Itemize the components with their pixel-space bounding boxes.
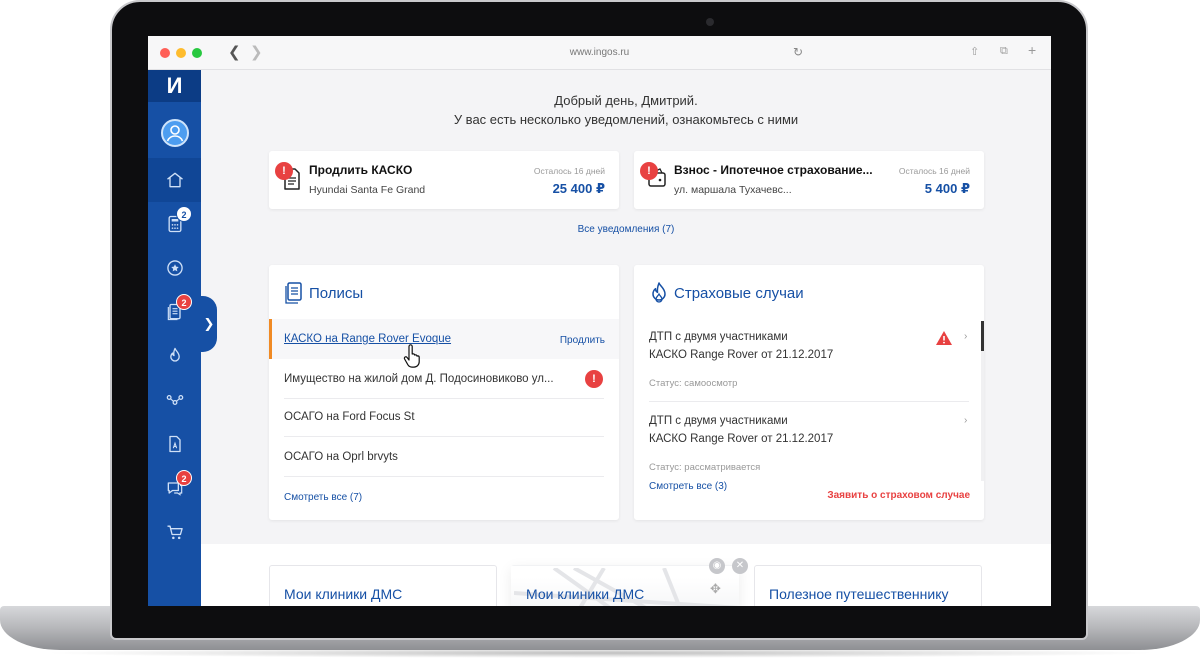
clinics-map-card[interactable]: Мои клиники ДМС	[511, 565, 740, 606]
logo[interactable]: И	[148, 70, 201, 102]
notification-remaining: Осталось 16 дней	[533, 166, 605, 176]
avatar[interactable]	[161, 119, 189, 147]
settings-icon[interactable]: ◉	[709, 558, 725, 574]
policies-panel: Полисы КАСКО на Range Rover Evoque Продл…	[269, 265, 619, 520]
share-icon[interactable]: ⇧	[970, 45, 979, 58]
notification-title: Продлить КАСКО	[309, 163, 413, 177]
sidebar-item-services[interactable]	[148, 378, 201, 422]
user-icon	[166, 125, 184, 142]
renew-link[interactable]: Продлить	[560, 335, 605, 346]
address-bar[interactable]: www.ingos.ru	[148, 47, 1051, 58]
alert-icon: !	[640, 162, 658, 180]
scrollbar-thumb[interactable]	[981, 321, 984, 351]
policy-row[interactable]: ОСАГО на Ford Focus St	[269, 397, 619, 437]
tabs-icon[interactable]: ⧉	[1000, 45, 1008, 58]
case-title: ДТП с двумя участниками	[649, 415, 788, 427]
nodes-icon	[166, 395, 183, 405]
policies-title: Полисы	[309, 285, 364, 302]
policy-row[interactable]: Имущество на жилой дом Д. Подосиновиково…	[269, 359, 619, 399]
policy-name: Имущество на жилой дом Д. Подосиновиково…	[284, 373, 554, 385]
case-item[interactable]: ДТП с двумя участниками КАСКО Range Rove…	[649, 412, 969, 473]
calculator-badge: 2	[176, 206, 192, 222]
document-icon	[285, 282, 302, 304]
notification-remaining: Осталось 16 дней	[898, 166, 970, 176]
sidebar-item-policies[interactable]: 2	[148, 290, 201, 334]
report-case-link[interactable]: Заявить о страховом случае	[827, 490, 970, 501]
insurance-cases-panel: Страховые случаи ДТП с двумя участниками…	[634, 265, 984, 520]
sidebar-expand-button[interactable]: ❯	[201, 296, 217, 352]
notification-amount: 5 400 ₽	[924, 181, 970, 196]
all-notifications-link[interactable]: Все уведомления (7)	[201, 224, 1051, 235]
sidebar: И 2 2 2	[148, 70, 201, 606]
sidebar-item-chat[interactable]: 2	[148, 466, 201, 510]
case-status: Статус: рассматривается	[649, 462, 761, 473]
notification-amount: 25 400 ₽	[552, 181, 605, 196]
notification-card[interactable]: ! Взнос - Ипотечное страхование... ул. м…	[634, 151, 984, 209]
alert-icon: !	[585, 370, 603, 388]
greeting-subline: У вас есть несколько уведомлений, ознако…	[453, 112, 799, 127]
card-title: Мои клиники ДМС	[526, 586, 645, 602]
hand-cursor-icon	[403, 344, 420, 368]
policy-row[interactable]: ОСАГО на Oprl brvyts	[269, 437, 619, 477]
new-tab-icon[interactable]: +	[1028, 42, 1036, 58]
file-icon	[168, 435, 181, 453]
case-item[interactable]: ДТП с двумя участниками КАСКО Range Rove…	[649, 328, 969, 389]
move-icon[interactable]: ✥	[710, 581, 721, 597]
chat-badge: 2	[176, 470, 192, 486]
camera-icon	[706, 18, 714, 26]
screen: ❮ ❯ www.ingos.ru ↻ ⇧ ⧉ + И 2 2 2 ❯ Добры…	[148, 36, 1051, 606]
case-status: Статус: самоосмотр	[649, 378, 738, 389]
sidebar-item-documents[interactable]	[148, 422, 201, 466]
policies-badge: 2	[176, 294, 192, 310]
scrollbar[interactable]	[981, 321, 984, 481]
sidebar-item-cart[interactable]	[148, 510, 201, 554]
flame-icon	[652, 282, 666, 303]
divider	[284, 476, 604, 477]
case-policy: КАСКО Range Rover от 21.12.2017	[649, 349, 834, 361]
card-title: Полезное путешественнику	[769, 586, 949, 602]
star-icon	[166, 260, 183, 276]
insurance-cases-title: Страховые случаи	[674, 285, 804, 302]
card-title: Мои клиники ДМС	[284, 586, 403, 602]
notification-card[interactable]: ! Продлить КАСКО Hyundai Santa Fe Grand …	[269, 151, 619, 209]
notification-subtitle: ул. маршала Тухачевс...	[674, 184, 792, 196]
policies-see-all-link[interactable]: Смотреть все (7)	[284, 492, 362, 503]
policy-name: ОСАГО на Ford Focus St	[284, 411, 415, 423]
clinics-card[interactable]: Мои клиники ДМС	[269, 565, 497, 606]
greeting-line: Добрый день, Дмитрий.	[554, 93, 698, 108]
sidebar-item-favorites[interactable]	[148, 246, 201, 290]
cart-icon	[167, 525, 183, 540]
close-icon[interactable]: ✕	[732, 558, 748, 574]
chevron-right-icon[interactable]: ›	[964, 415, 967, 426]
sidebar-item-insurance-cases[interactable]	[148, 334, 201, 378]
case-policy: КАСКО Range Rover от 21.12.2017	[649, 433, 834, 445]
policy-row[interactable]: КАСКО на Range Rover Evoque Продлить	[269, 319, 619, 359]
reload-icon[interactable]: ↻	[793, 45, 803, 59]
notification-subtitle: Hyundai Santa Fe Grand	[309, 184, 426, 196]
chevron-right-icon[interactable]: ›	[964, 331, 967, 342]
flame-icon	[169, 347, 180, 362]
sidebar-item-home[interactable]	[148, 158, 201, 202]
browser-toolbar: ❮ ❯ www.ingos.ru ↻ ⇧ ⧉ +	[148, 36, 1051, 70]
policy-link[interactable]: КАСКО на Range Rover Evoque	[284, 333, 451, 345]
notification-title: Взнос - Ипотечное страхование...	[674, 163, 873, 177]
traveler-card[interactable]: Полезное путешественнику	[754, 565, 982, 606]
warning-icon	[936, 331, 952, 345]
house-icon	[166, 172, 183, 188]
case-title: ДТП с двумя участниками	[649, 331, 788, 343]
sidebar-item-calculator[interactable]: 2	[148, 202, 201, 246]
alert-icon: !	[275, 162, 293, 180]
divider	[649, 401, 969, 402]
cases-see-all-link[interactable]: Смотреть все (3)	[649, 481, 727, 492]
policy-name: ОСАГО на Oprl brvyts	[284, 451, 398, 463]
greeting: Добрый день, Дмитрий. У вас есть несколь…	[201, 91, 1051, 129]
